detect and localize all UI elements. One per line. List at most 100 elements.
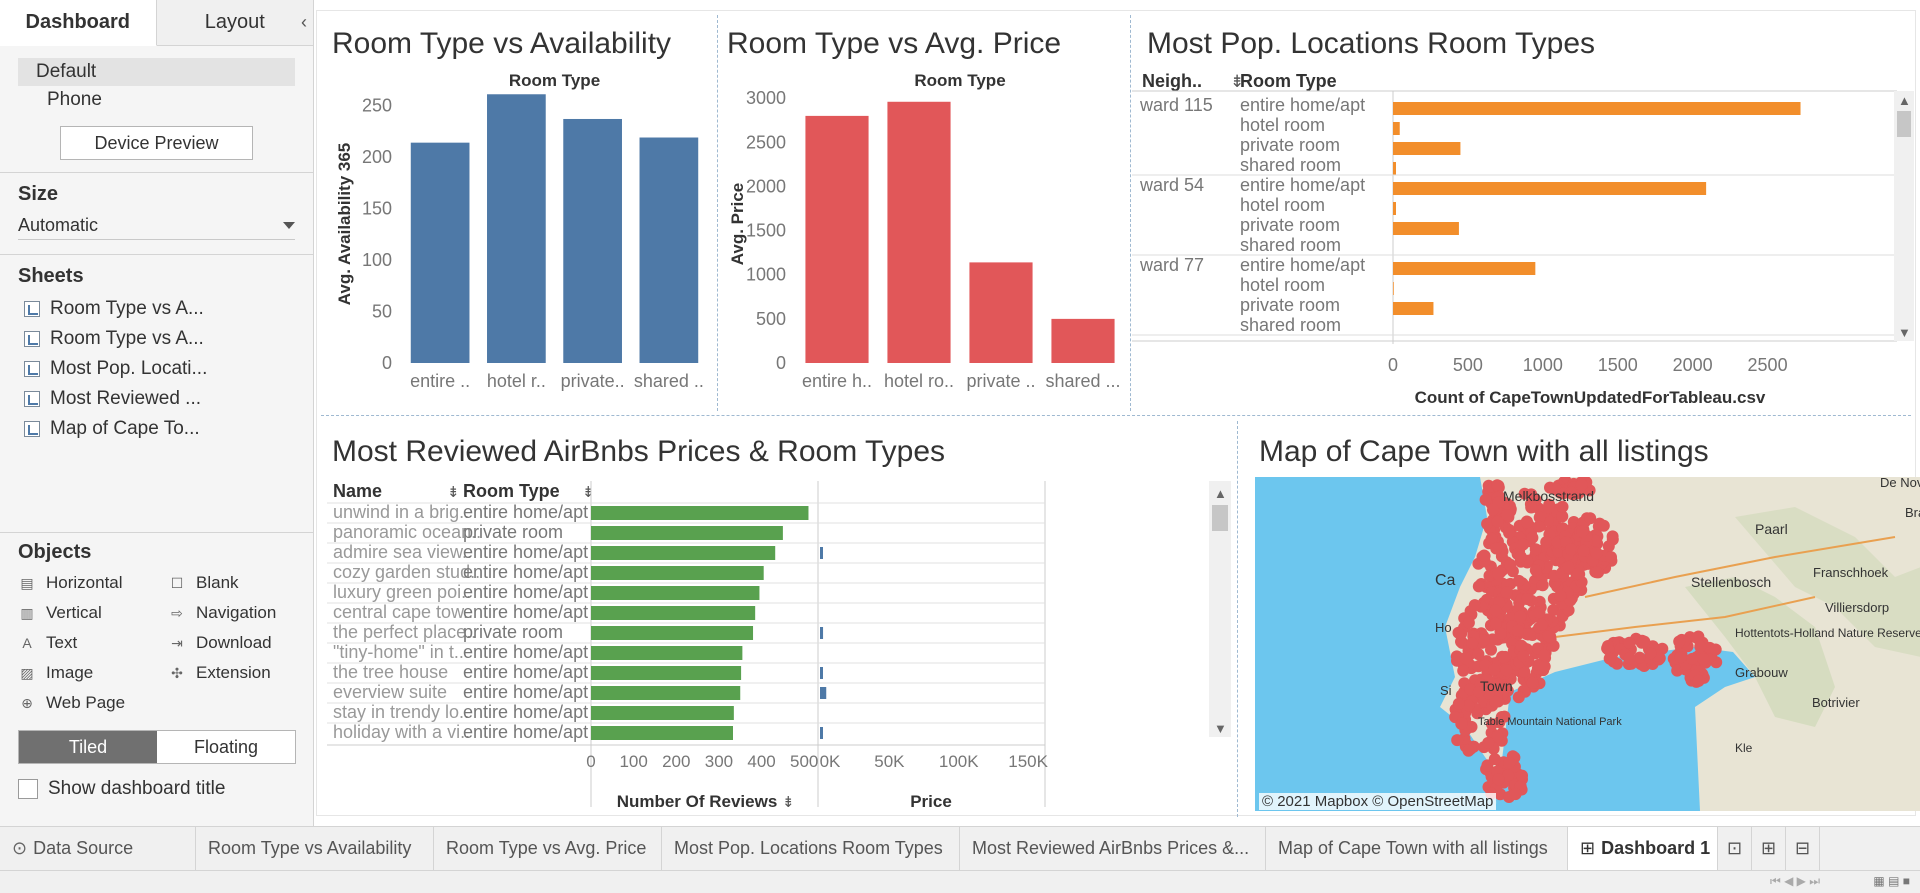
- new-story-icon: ⊟: [1794, 838, 1811, 858]
- reviewed-chart-panel: Most Reviewed AirBnbs Prices & Room Type…: [317, 421, 1237, 817]
- locations-chart-title: Most Pop. Locations Room Types: [1147, 27, 1596, 60]
- tab-layout[interactable]: Layout: [156, 0, 313, 45]
- object-text[interactable]: A Text: [18, 632, 168, 654]
- y-tick-label: 0: [382, 353, 392, 373]
- device-preview-button[interactable]: Device Preview: [60, 126, 253, 160]
- tab-dashboard[interactable]: Dashboard: [0, 0, 157, 46]
- sheet-label: Most Pop. Locati...: [50, 358, 208, 379]
- sheet-item[interactable]: Room Type vs A...: [0, 324, 313, 354]
- listing-name: the perfect place..: [333, 622, 476, 642]
- tiled-button[interactable]: Tiled: [19, 731, 157, 763]
- x-tick-label: 0K: [820, 752, 841, 771]
- side-panel-tabs: Dashboard Layout ‹: [0, 0, 313, 46]
- object-vertical[interactable]: ▥ Vertical: [18, 602, 168, 624]
- tab-map[interactable]: Map of Cape Town with all listings: [1266, 827, 1568, 870]
- listing-point: [1623, 652, 1636, 665]
- show-title-checkbox[interactable]: [18, 779, 38, 799]
- object-blank[interactable]: ☐ Blank: [168, 572, 318, 594]
- object-web-page[interactable]: ⊕ Web Page: [18, 692, 168, 714]
- x-tick-label: 300: [705, 752, 733, 771]
- listing-point: [1526, 676, 1539, 689]
- map-place-label: Paarl: [1755, 521, 1788, 537]
- listing-point: [1512, 574, 1525, 587]
- room-type-label: hotel room: [1240, 275, 1325, 295]
- listing-point: [1492, 773, 1505, 786]
- listing-room-type: entire home/apt: [463, 562, 588, 582]
- object-extension[interactable]: ✣ Extension: [168, 662, 318, 684]
- listing-room-type: private room: [463, 522, 563, 542]
- bar: [1393, 282, 1394, 295]
- listing-room-type: entire home/apt: [463, 682, 588, 702]
- tab-data-source[interactable]: ⊙ Data Source: [0, 827, 196, 870]
- y-tick-label: 3000: [746, 88, 786, 108]
- listing-point: [1517, 650, 1530, 663]
- listing-point: [1472, 648, 1485, 661]
- collapse-panel-icon[interactable]: ‹: [301, 12, 307, 33]
- tab-room-type-availability[interactable]: Room Type vs Availability: [196, 827, 434, 870]
- navigation-icon: ⇨: [171, 604, 183, 621]
- listing-room-type: entire home/apt: [463, 542, 588, 562]
- cape-town-map[interactable]: Melkbosstrand Paarl De Nova Bra Franschhoek S…: [1255, 477, 1920, 811]
- listing-point: [1694, 640, 1707, 653]
- y-tick-label: 200: [362, 147, 392, 167]
- sheet-label: Most Reviewed ...: [50, 388, 201, 409]
- object-navigation[interactable]: ⇨ Navigation: [168, 602, 318, 624]
- tab-room-type-price[interactable]: Room Type vs Avg. Price: [434, 827, 662, 870]
- map-place-label: Botrivier: [1812, 695, 1860, 710]
- device-default[interactable]: Default: [18, 58, 295, 86]
- x-tick-label: 1500: [1598, 355, 1638, 375]
- listing-name: central cape tow..: [333, 602, 473, 622]
- size-heading: Size: [18, 183, 59, 205]
- listing-point: [1472, 580, 1485, 593]
- bar: [563, 118, 622, 363]
- sheet-item[interactable]: Room Type vs A...: [0, 294, 313, 324]
- x-tick-label: 2000: [1673, 355, 1713, 375]
- column-header-neighbourhood: Neigh..: [1142, 71, 1202, 91]
- listing-point: [1517, 538, 1529, 551]
- view-mode-icon[interactable]: ▦ ▤ ■: [1873, 874, 1910, 888]
- map-place-label: Ca: [1435, 572, 1456, 589]
- new-worksheet-button[interactable]: ⊡: [1718, 827, 1752, 870]
- bar: [1393, 162, 1396, 175]
- new-story-button[interactable]: ⊟: [1786, 827, 1820, 870]
- price-bar: [820, 627, 824, 639]
- object-image[interactable]: ▨ Image: [18, 662, 168, 684]
- x-tick-label: 100: [619, 752, 647, 771]
- sheet-item[interactable]: Map of Cape To...: [0, 414, 313, 444]
- map-place-label: Kle: [1735, 741, 1753, 755]
- show-title-label: Show dashboard title: [48, 778, 226, 799]
- listing-point: [1674, 651, 1687, 664]
- sheets-list: Room Type vs A... Room Type vs A... Most…: [0, 294, 313, 444]
- y-axis-title: Avg. Availability 365: [335, 143, 354, 306]
- download-icon: ⇥: [171, 634, 183, 651]
- floating-button[interactable]: Floating: [157, 731, 295, 763]
- y-tick-label: 100: [362, 250, 392, 270]
- bar: [1393, 202, 1396, 215]
- chart-header: Room Type: [509, 71, 600, 90]
- sheet-item[interactable]: Most Reviewed ...: [0, 384, 313, 414]
- listing-point: [1516, 769, 1528, 782]
- reviews-bar: [591, 726, 733, 740]
- worksheet-icon: [24, 301, 40, 317]
- sheet-item[interactable]: Most Pop. Locati...: [0, 354, 313, 384]
- tab-most-reviewed[interactable]: Most Reviewed AirBnbs Prices &...: [960, 827, 1266, 870]
- sort-icon: ⇟: [447, 484, 460, 501]
- tab-label: Dashboard 1: [1601, 838, 1711, 858]
- map-attribution: © 2021 Mapbox © OpenStreetMap: [1259, 793, 1497, 810]
- object-horizontal[interactable]: ▤ Horizontal: [18, 572, 168, 594]
- listing-point: [1509, 788, 1522, 801]
- image-icon: ▨: [20, 664, 34, 681]
- object-download[interactable]: ⇥ Download: [168, 632, 318, 654]
- tab-dashboard-1[interactable]: ⊞ Dashboard 1: [1568, 827, 1718, 870]
- tab-most-pop-locations[interactable]: Most Pop. Locations Room Types: [662, 827, 960, 870]
- map-place-label: Franschhoek: [1813, 565, 1889, 580]
- x-axis-title-price: Price: [910, 792, 952, 811]
- x-tick-label: hotel r..: [487, 371, 546, 391]
- device-phone[interactable]: Phone: [18, 86, 295, 114]
- new-dashboard-button[interactable]: ⊞: [1752, 827, 1786, 870]
- listing-point: [1514, 550, 1527, 563]
- y-tick-label: 2500: [746, 132, 786, 152]
- listing-point: [1603, 652, 1616, 665]
- nav-arrows-icon[interactable]: ⏮ ◀ ▶ ⏭: [1770, 874, 1820, 889]
- size-select[interactable]: Automatic: [18, 212, 295, 240]
